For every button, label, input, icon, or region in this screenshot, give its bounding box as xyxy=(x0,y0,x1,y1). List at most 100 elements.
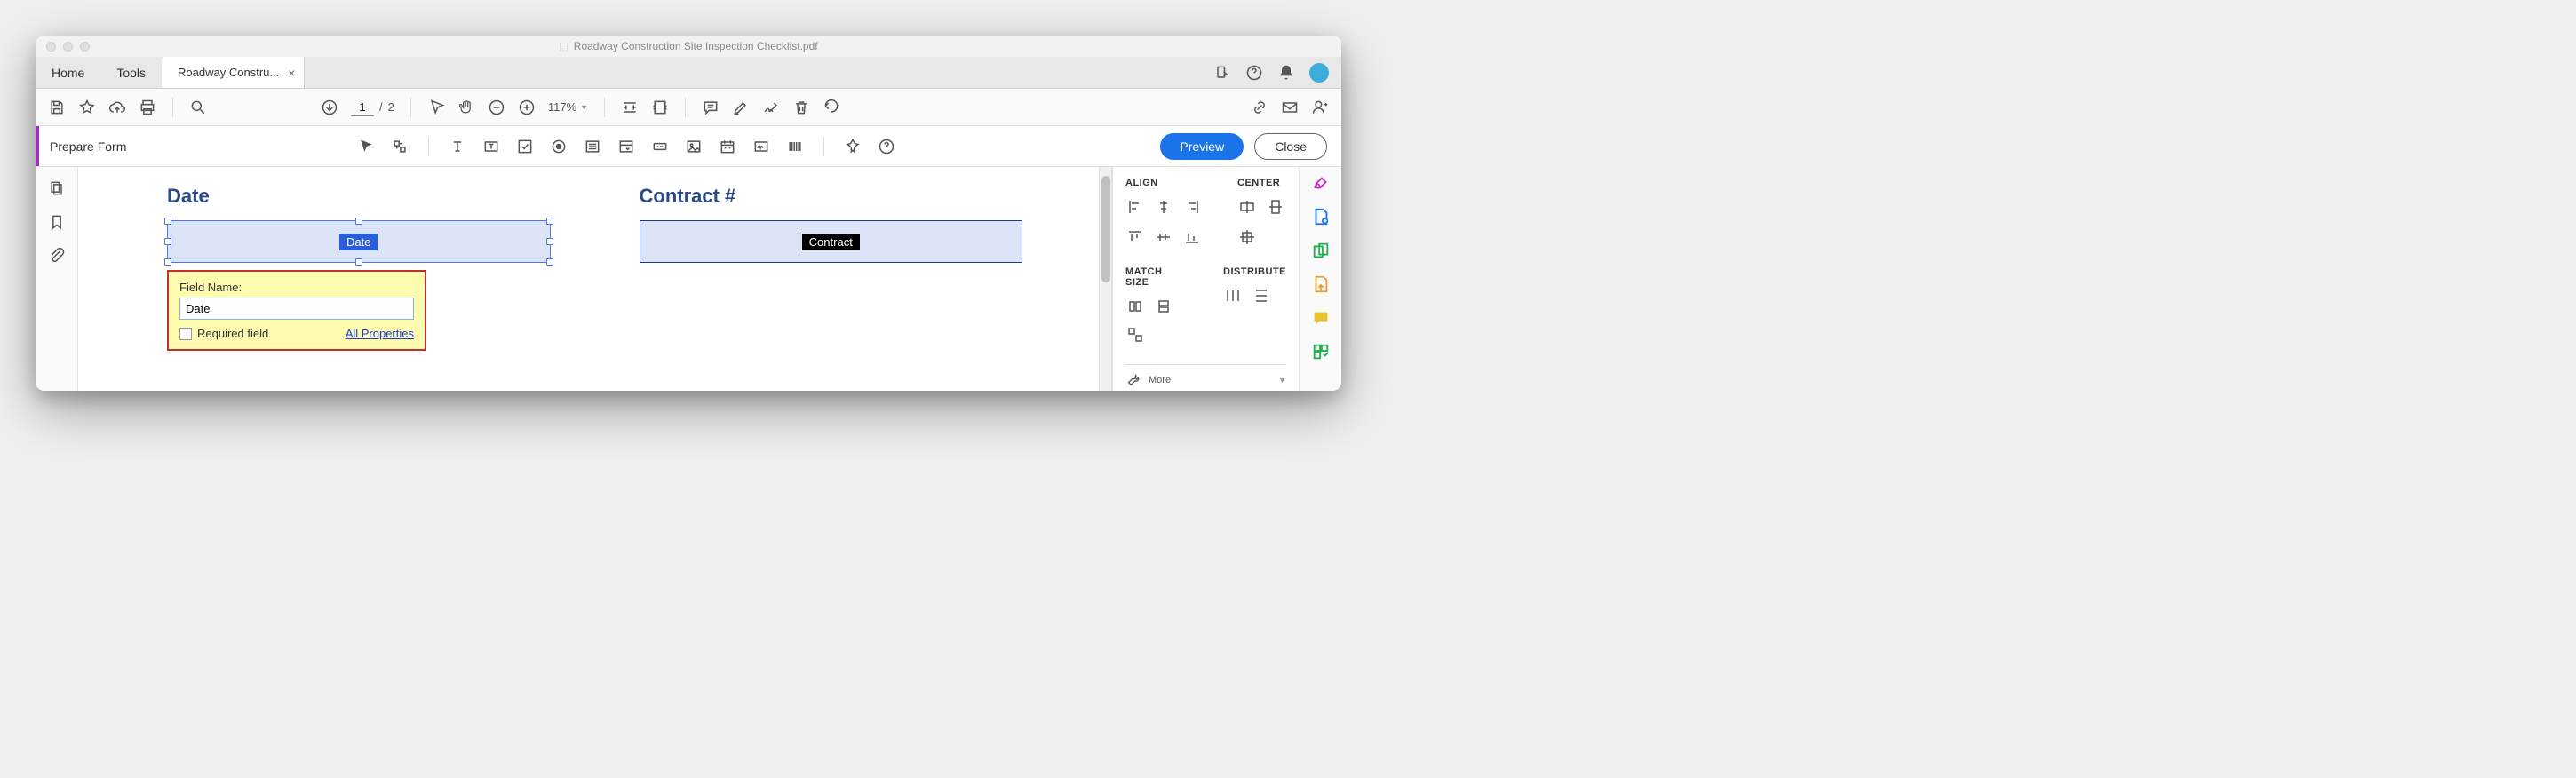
main-area: Date Date Contract # xyxy=(36,167,1341,391)
popup-field-name-label: Field Name: xyxy=(179,281,414,294)
pin-icon[interactable] xyxy=(844,138,862,155)
resize-handle[interactable] xyxy=(164,218,171,225)
edit-pdf-icon[interactable] xyxy=(1310,172,1332,194)
align-left-icon[interactable] xyxy=(1125,197,1145,217)
separator xyxy=(428,137,429,156)
required-field-checkbox[interactable]: Required field xyxy=(179,327,268,340)
close-tab-icon[interactable]: × xyxy=(288,66,295,80)
resize-handle[interactable] xyxy=(546,218,553,225)
save-icon[interactable] xyxy=(48,99,66,116)
wrench-icon xyxy=(1125,372,1141,388)
left-rail xyxy=(36,167,78,391)
center-v-icon[interactable] xyxy=(1266,197,1285,217)
thumbnails-icon[interactable] xyxy=(48,179,66,197)
match-width-icon[interactable] xyxy=(1125,297,1145,316)
fit-page-icon[interactable] xyxy=(651,99,669,116)
create-pdf-icon[interactable] xyxy=(1310,206,1332,227)
form-tools xyxy=(357,137,895,156)
email-icon[interactable] xyxy=(1281,99,1299,116)
close-button[interactable]: Close xyxy=(1254,133,1327,160)
center-h-icon[interactable] xyxy=(1237,197,1257,217)
resize-handle[interactable] xyxy=(355,258,362,266)
highlight-icon[interactable] xyxy=(732,99,750,116)
align-center-h-icon[interactable] xyxy=(1154,197,1173,217)
resize-handle[interactable] xyxy=(546,258,553,266)
attachment-icon[interactable] xyxy=(48,247,66,265)
link-icon[interactable] xyxy=(1251,99,1268,116)
match-height-icon[interactable] xyxy=(1154,297,1173,316)
help-icon[interactable] xyxy=(1245,64,1263,82)
resize-handle[interactable] xyxy=(164,258,171,266)
comment-icon[interactable] xyxy=(702,99,720,116)
form-help-icon[interactable] xyxy=(878,138,895,155)
page-down-icon[interactable] xyxy=(321,99,338,116)
zoom-out-icon[interactable] xyxy=(488,99,505,116)
align-right-icon[interactable] xyxy=(1182,197,1202,217)
zoom-value: 117% xyxy=(548,100,576,114)
button-icon[interactable] xyxy=(651,138,669,155)
tab-home[interactable]: Home xyxy=(36,57,100,88)
text-box-icon[interactable] xyxy=(482,138,500,155)
panel-align-header: ALIGN xyxy=(1125,178,1202,188)
center-both-icon[interactable] xyxy=(1237,227,1257,247)
panel-more[interactable]: More ▼ xyxy=(1125,372,1286,388)
preview-button[interactable]: Preview xyxy=(1160,133,1244,160)
tab-tools[interactable]: Tools xyxy=(100,57,162,88)
checkbox-icon[interactable] xyxy=(516,138,534,155)
zoom-level[interactable]: 117% ▼ xyxy=(548,100,588,114)
all-properties-link[interactable]: All Properties xyxy=(346,327,414,340)
distribute-v-icon[interactable] xyxy=(1252,286,1271,306)
date-field-icon[interactable] xyxy=(719,138,736,155)
hand-icon[interactable] xyxy=(457,99,475,116)
dropdown-icon[interactable] xyxy=(617,138,635,155)
align-bottom-icon[interactable] xyxy=(1182,227,1202,247)
barcode-icon[interactable] xyxy=(786,138,804,155)
print-icon[interactable] xyxy=(139,99,156,116)
star-icon[interactable] xyxy=(78,99,96,116)
window-title: ⬚ Roadway Construction Site Inspection C… xyxy=(559,40,817,52)
page-input[interactable] xyxy=(351,99,374,116)
resize-handle[interactable] xyxy=(164,238,171,245)
signature-field-icon[interactable] xyxy=(752,138,770,155)
comment-tool-icon[interactable] xyxy=(1310,307,1332,329)
field-name-input[interactable] xyxy=(179,298,414,320)
mobile-link-icon[interactable] xyxy=(1213,64,1231,82)
cloud-upload-icon[interactable] xyxy=(108,99,126,116)
close-window[interactable] xyxy=(46,42,56,52)
form-field-date[interactable]: Date xyxy=(167,220,551,263)
edit-tool-icon[interactable] xyxy=(391,138,409,155)
undo-icon[interactable] xyxy=(823,99,840,116)
minimize-window[interactable] xyxy=(63,42,73,52)
align-middle-icon[interactable] xyxy=(1154,227,1173,247)
combine-icon[interactable] xyxy=(1310,240,1332,261)
resize-handle[interactable] xyxy=(355,218,362,225)
sign-icon[interactable] xyxy=(762,99,780,116)
fit-width-icon[interactable] xyxy=(621,99,639,116)
document-tab[interactable]: Roadway Constru... × xyxy=(162,57,305,88)
share-user-icon[interactable] xyxy=(1311,99,1329,116)
traffic-lights xyxy=(46,42,90,52)
bookmark-icon[interactable] xyxy=(48,213,66,231)
notifications-icon[interactable] xyxy=(1277,64,1295,82)
zoom-in-icon[interactable] xyxy=(518,99,536,116)
align-top-icon[interactable] xyxy=(1125,227,1145,247)
export-icon[interactable] xyxy=(1310,274,1332,295)
search-icon[interactable] xyxy=(189,99,207,116)
resize-handle[interactable] xyxy=(546,238,553,245)
vertical-scrollbar[interactable] xyxy=(1099,167,1111,391)
form-field-contract[interactable]: Contract xyxy=(640,220,1023,263)
match-both-icon[interactable] xyxy=(1125,325,1145,345)
document-canvas[interactable]: Date Date Contract # xyxy=(78,167,1112,391)
pointer-icon[interactable] xyxy=(427,99,445,116)
select-tool-icon[interactable] xyxy=(357,138,375,155)
user-avatar[interactable] xyxy=(1309,63,1329,83)
scroll-thumb[interactable] xyxy=(1101,176,1110,282)
distribute-h-icon[interactable] xyxy=(1223,286,1243,306)
list-box-icon[interactable] xyxy=(584,138,601,155)
radio-icon[interactable] xyxy=(550,138,568,155)
organize-icon[interactable] xyxy=(1310,341,1332,362)
zoom-window[interactable] xyxy=(80,42,90,52)
text-field-icon[interactable] xyxy=(449,138,466,155)
delete-icon[interactable] xyxy=(792,99,810,116)
image-field-icon[interactable] xyxy=(685,138,703,155)
